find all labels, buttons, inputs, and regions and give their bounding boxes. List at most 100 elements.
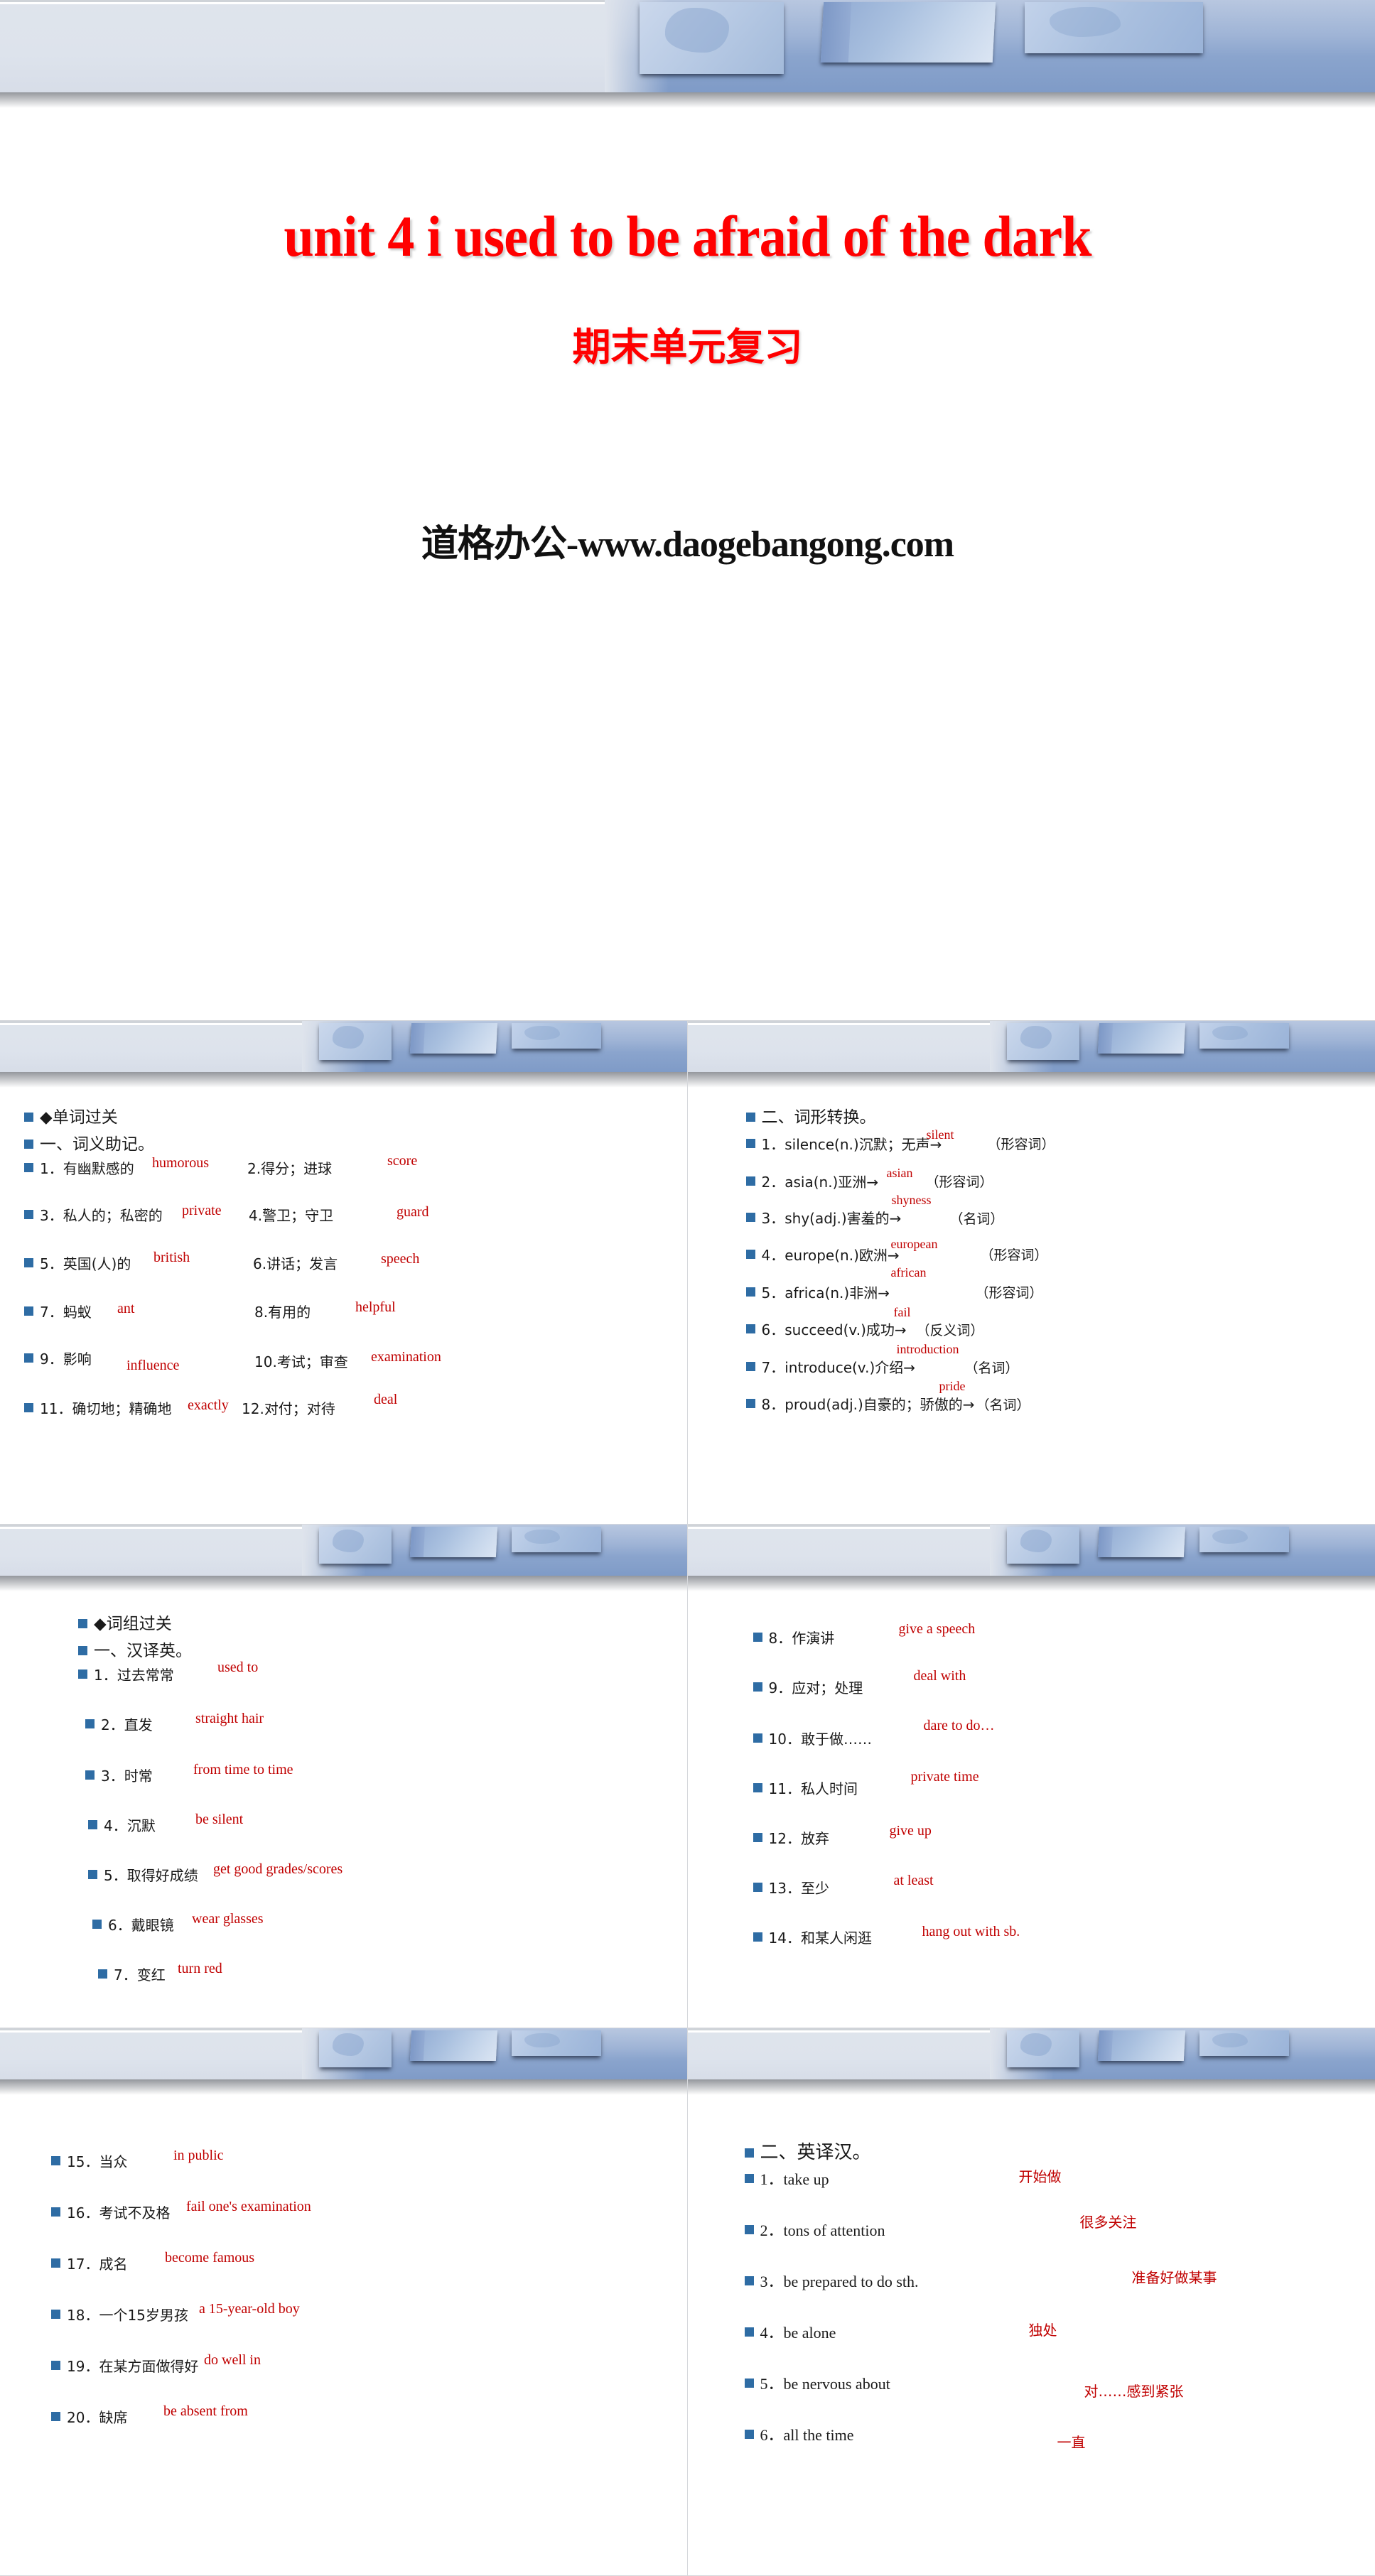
- item-number: 8.: [254, 1304, 268, 1321]
- list-item: ◆单词过关: [24, 1103, 674, 1127]
- item-number: 17．: [67, 2253, 99, 2273]
- table-row: 5． 英国(人)的: [24, 1252, 131, 1273]
- answer-text: at least: [894, 1873, 934, 1889]
- table-row: 13． 至少: [753, 1877, 829, 1898]
- slide-phrases-cn-en-a: ◆词组过关 一、汉译英。 1． 过去常常 used to 2．: [0, 1525, 688, 2028]
- list-item: ◆词组过关: [78, 1610, 674, 1634]
- cube-icon-2: [1098, 2030, 1185, 2061]
- slide-content: 二、英译汉。 1． take up 开始做 2． tons of attenti…: [688, 2079, 1375, 2451]
- slide-deck: unit 4 i used to be afraid of the dark 期…: [0, 0, 1375, 2576]
- answer-text: wear glasses: [192, 1911, 264, 1927]
- item-number: 2．: [762, 1171, 785, 1191]
- item-number: 2．: [760, 2218, 784, 2241]
- square-bullet-icon: [746, 1287, 755, 1297]
- answer-text: a 15-year-old boy: [199, 2301, 300, 2317]
- square-bullet-icon: [88, 1870, 97, 1879]
- answer-text: introduction: [897, 1342, 959, 1357]
- square-bullet-icon: [745, 2225, 754, 2234]
- square-bullet-icon: [746, 1139, 755, 1148]
- slide-banner: [0, 0, 1375, 92]
- page-title: unit 4 i used to be afraid of the dark: [85, 202, 1290, 271]
- slide-content: 15． 当众 in public 16． 考试不及格 fail one's ex…: [0, 2079, 687, 2456]
- table-row: 4． be alone: [745, 2320, 836, 2343]
- item-prompt: 戴眼镜: [131, 1914, 174, 1934]
- square-bullet-icon: [753, 1633, 762, 1642]
- answer-text: examination: [371, 1349, 441, 1365]
- table-row: 1． silence(n.)沉默；无声→: [746, 1133, 942, 1154]
- item-number: 20．: [67, 2406, 99, 2427]
- answer-text: be absent from: [163, 2403, 248, 2420]
- answer-text: give a speech: [899, 1621, 976, 1638]
- answer-text: pride: [939, 1379, 966, 1394]
- table-row: 18． 一个15岁男孩: [51, 2304, 188, 2325]
- answer-text: used to: [217, 1660, 258, 1676]
- item-prompt: be alone: [784, 2324, 836, 2342]
- item-number: 3．: [40, 1204, 63, 1225]
- answer-text: 一直: [1057, 2431, 1086, 2452]
- item-prompt: 放弃: [801, 1827, 829, 1848]
- square-bullet-icon: [745, 2148, 754, 2158]
- table-row: 17． 成名: [51, 2253, 127, 2273]
- answer-text: fail: [894, 1305, 911, 1320]
- item-prompt: 和某人闲逛: [801, 1927, 872, 1947]
- table-row: 4. 警卫；守卫: [249, 1204, 333, 1225]
- table-row: 5． 取得好成绩: [88, 1864, 198, 1885]
- item-number: 7．: [762, 1356, 785, 1377]
- slide-banner: [688, 1525, 1375, 1576]
- square-bullet-icon: [753, 1733, 762, 1743]
- slide-word-forms: 二、词形转换。 1． silence(n.)沉默；无声→ silent （形容词…: [688, 1021, 1375, 1524]
- item-prompt: 一个15岁男孩: [99, 2304, 188, 2325]
- answer-text: 准备好做某事: [1132, 2266, 1217, 2287]
- item-prompt: 私人时间: [801, 1777, 858, 1798]
- slide-content: ◆词组过关 一、汉译英。 1． 过去常常 used to 2．: [0, 1576, 687, 1998]
- item-prompt: 时常: [124, 1765, 153, 1785]
- part-of-speech: （形容词）: [976, 1282, 1043, 1301]
- square-bullet-icon: [85, 1770, 95, 1780]
- item-prompt: africa(n.)非洲→: [784, 1282, 890, 1302]
- answer-text: influence: [126, 1358, 179, 1374]
- table-row: 4． 沉默: [88, 1814, 156, 1835]
- vocab-list: 1． 有幽默感的 humorous 2. 得分；进球 score 3． 私人的；…: [13, 1157, 674, 1452]
- answer-text: deal: [374, 1392, 397, 1408]
- item-prompt: 有幽默感的: [63, 1157, 134, 1178]
- answer-text: dare to do…: [924, 1718, 995, 1734]
- table-row: 2． tons of attention: [745, 2218, 885, 2241]
- slide-phrases-cn-en-b: 8． 作演讲 give a speech 9． 应对；处理 deal with …: [688, 1525, 1375, 2028]
- cube-icon-2: [410, 1527, 497, 1557]
- table-row: 6． all the time: [745, 2423, 854, 2445]
- square-bullet-icon: [753, 1883, 762, 1892]
- table-row: 7． introduce(v.)介绍→: [746, 1356, 916, 1377]
- table-row: 3． be prepared to do sth.: [745, 2269, 919, 2292]
- square-bullet-icon: [24, 1163, 33, 1172]
- item-number: 7．: [40, 1301, 63, 1321]
- square-bullet-icon: [98, 1969, 107, 1979]
- answer-text: turn red: [178, 1961, 222, 1977]
- square-bullet-icon: [51, 2258, 60, 2268]
- square-bullet-icon: [24, 1258, 33, 1267]
- item-number: 11．: [769, 1777, 801, 1798]
- answer-text: become famous: [165, 2250, 254, 2266]
- slide-row-1: ◆单词过关 一、词义助记。 1． 有幽默感的 humorous 2. 得: [0, 1021, 1375, 1525]
- item-number: 3．: [760, 2269, 784, 2292]
- item-number: 6．: [760, 2423, 784, 2445]
- square-bullet-icon: [746, 1324, 755, 1333]
- item-prompt: tons of attention: [784, 2221, 885, 2240]
- item-prompt: 英国(人)的: [63, 1252, 131, 1273]
- square-bullet-icon: [51, 2361, 60, 2370]
- item-number: 11．: [40, 1397, 72, 1418]
- item-prompt: 沉默: [127, 1814, 156, 1835]
- table-row: 19． 在某方面做得好: [51, 2355, 198, 2376]
- item-number: 12.: [242, 1400, 264, 1417]
- section-heading: 二、英译汉。: [760, 2138, 871, 2164]
- answer-text: 开始做: [1019, 2165, 1062, 2186]
- table-row: 8． 作演讲: [753, 1627, 835, 1647]
- item-prompt: all the time: [784, 2426, 854, 2445]
- answer-text: in public: [173, 2148, 224, 2164]
- square-bullet-icon: [51, 2207, 60, 2217]
- square-bullet-icon: [78, 1669, 87, 1679]
- slide-content: 8． 作演讲 give a speech 9． 应对；处理 deal with …: [688, 1576, 1375, 1982]
- item-prompt: 对付；对待: [264, 1397, 335, 1418]
- answer-text: private: [182, 1203, 222, 1219]
- banner-dropshadow: [0, 92, 1375, 108]
- answer-text: straight hair: [195, 1711, 264, 1727]
